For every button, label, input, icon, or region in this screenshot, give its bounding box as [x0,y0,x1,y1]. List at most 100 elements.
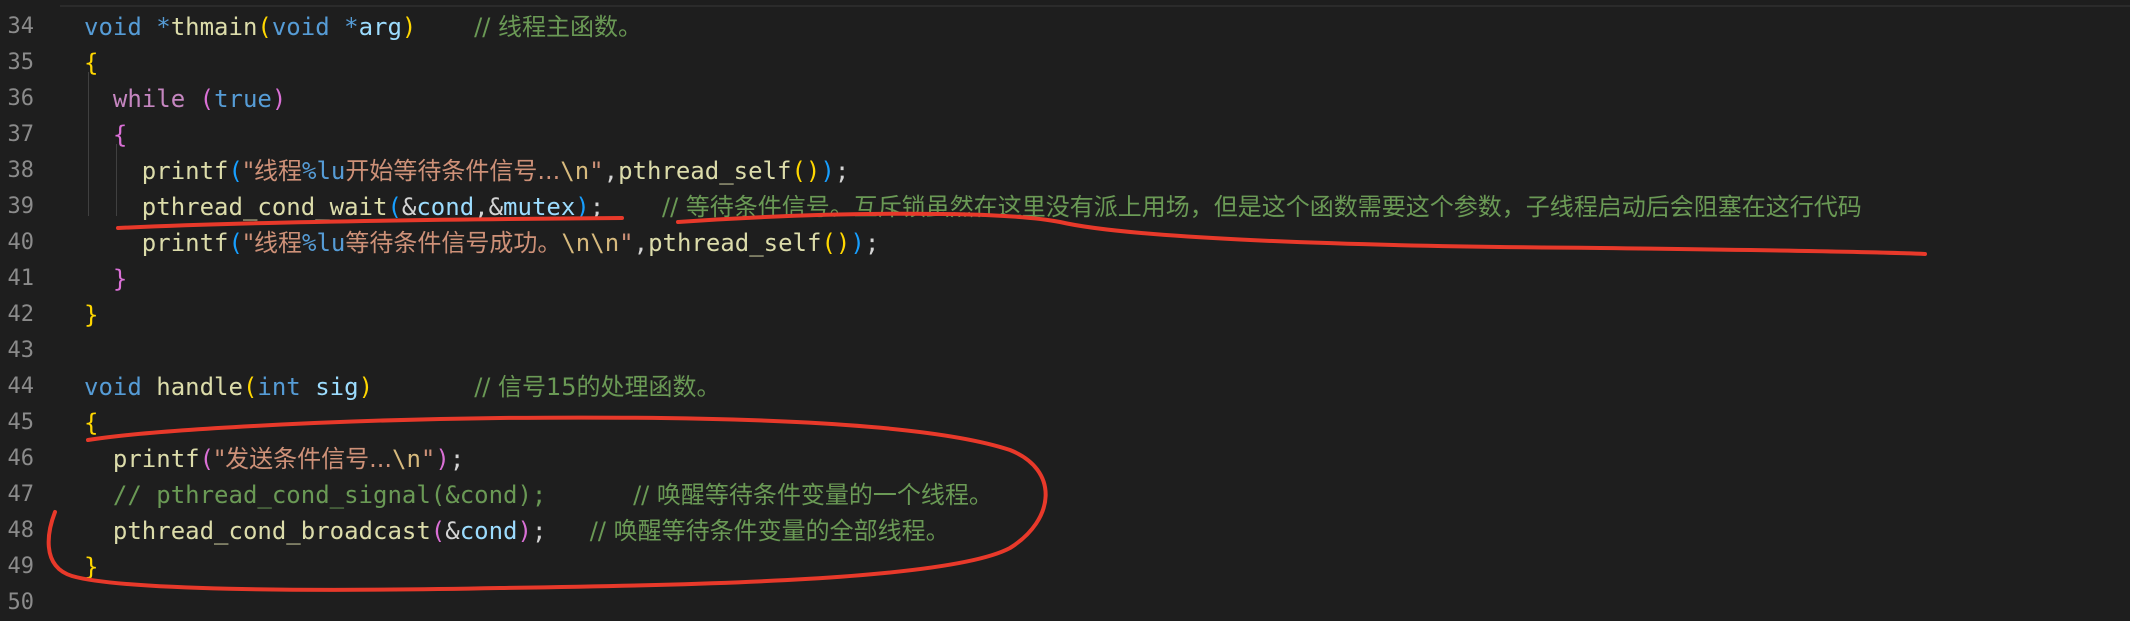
code-token: true [214,85,272,113]
code-line[interactable]: 49} [0,549,2130,585]
code-token: ( [791,157,806,185]
code-token: ) [835,229,851,257]
code-token: ; [589,193,605,221]
line-code[interactable]: printf("线程%lu开始等待条件信号...\n",pthread_self… [84,153,849,189]
line-code[interactable]: { [84,117,127,153]
code-token: arg [358,13,402,41]
code-token: pthread_cond_broadcast [112,517,431,545]
code-line[interactable]: 42} [0,297,2130,333]
code-token: } [112,265,128,293]
code-token: handle [156,373,243,401]
code-token: // 等待条件信号。互斥锁虽然在这里没有派上用场，但是这个函数需要这个参数，子线… [662,193,1862,221]
code-token: cond [459,517,518,545]
line-code[interactable]: printf("发送条件信号...\n"); [84,441,464,477]
code-token: ( [387,193,402,221]
line-number: 46 [7,446,35,471]
code-token: mutex [503,193,576,221]
code-line[interactable]: 40 printf("线程%lu等待条件信号成功。\n\n",pthread_s… [0,225,2130,261]
line-code[interactable]: } [84,261,127,297]
line-code[interactable]: void *thmain(void *arg) // 线程主函数。 [84,9,642,45]
line-number: 42 [7,302,35,327]
code-token: thmain [170,13,258,41]
code-token: ( [257,13,272,41]
code-token: ) [575,193,590,221]
line-code[interactable]: } [84,549,98,585]
code-token: ) [820,157,835,185]
code-line[interactable]: 43 [0,333,2130,369]
code-token: ) [517,517,532,545]
code-token: , [603,157,619,185]
code-line[interactable]: 37 { [0,117,2130,153]
code-token: ; [864,229,880,257]
line-number: 45 [7,410,35,435]
code-token: int [257,373,301,401]
line-number: 40 [7,230,35,255]
code-line[interactable]: 48 pthread_cond_broadcast(&cond); // 唤醒等… [0,513,2130,549]
code-token: ) [805,157,821,185]
code-token: sig [315,373,359,401]
code-token: \n [392,445,421,473]
line-number: 34 [7,14,35,39]
code-line[interactable]: 46 printf("发送条件信号...\n"); [0,441,2130,477]
code-token: 等待条件信号成功。 [345,229,562,257]
line-code[interactable]: // pthread_cond_signal(&cond); // 唤醒等待条件… [84,477,993,513]
code-token: ; [449,445,465,473]
line-number: 49 [7,554,35,579]
code-token: ) [271,85,287,113]
code-token: // 线程主函数。 [474,13,642,41]
line-code[interactable]: pthread_cond_wait(&cond,&mutex); // 等待条件… [84,189,1862,225]
code-token: ( [228,229,243,257]
code-token: } [84,553,99,581]
code-token: pthread_self [648,229,822,257]
code-token: & [488,193,504,221]
code-token: { [112,121,128,149]
code-token: " [420,445,436,473]
code-token: { [84,409,99,437]
line-code[interactable]: void handle(int sig) // 信号15的处理函数。 [84,369,721,405]
line-code[interactable]: while (true) [84,81,286,117]
code-line[interactable]: 44 void handle(int sig) // 信号15的处理函数。 [0,369,2130,405]
line-code[interactable]: { [84,45,98,81]
line-code[interactable]: { [84,405,98,441]
code-line[interactable]: 35 { [0,45,2130,81]
code-line[interactable]: 38 printf("线程%lu开始等待条件信号...\n",pthread_s… [0,153,2130,189]
line-code[interactable]: printf("线程%lu等待条件信号成功。\n\n",pthread_self… [84,225,879,261]
line-number: 39 [7,194,35,219]
line-number: 36 [7,86,35,111]
code-token: " [619,229,634,257]
code-line[interactable]: 47 // pthread_cond_signal(&cond); // 唤醒等… [0,477,2130,513]
code-token: ( [199,85,215,113]
code-line[interactable]: 50 [0,585,2130,621]
code-line[interactable]: 41 } [0,261,2130,297]
code-token: } [84,301,99,329]
code-token: void [84,373,142,401]
line-number: 48 [7,518,35,543]
code-line[interactable]: 36 while (true) [0,81,2130,117]
code-line[interactable]: 34 void *thmain(void *arg) // 线程主函数。 [0,9,2130,45]
code-token: void [84,13,142,41]
line-code[interactable]: pthread_cond_broadcast(&cond); // 唤醒等待条件… [84,513,950,549]
code-token: { [84,49,99,77]
line-number: 38 [7,158,35,183]
code-token: printf [112,445,200,473]
code-token: \n [560,157,590,185]
code-token: void [271,13,330,41]
code-token: ( [242,373,258,401]
line-code[interactable]: } [84,297,98,333]
code-token: "线程 [242,157,302,185]
code-token: , [633,229,649,257]
code-editor[interactable]: 34 void *thmain(void *arg) // 线程主函数。 35{36… [0,0,2130,618]
code-token: ; [834,157,850,185]
code-line[interactable]: 39 pthread_cond_wait(&cond,&mutex); // 等… [0,189,2130,225]
line-number: 47 [7,482,35,507]
code-line[interactable]: 45 { [0,405,2130,441]
